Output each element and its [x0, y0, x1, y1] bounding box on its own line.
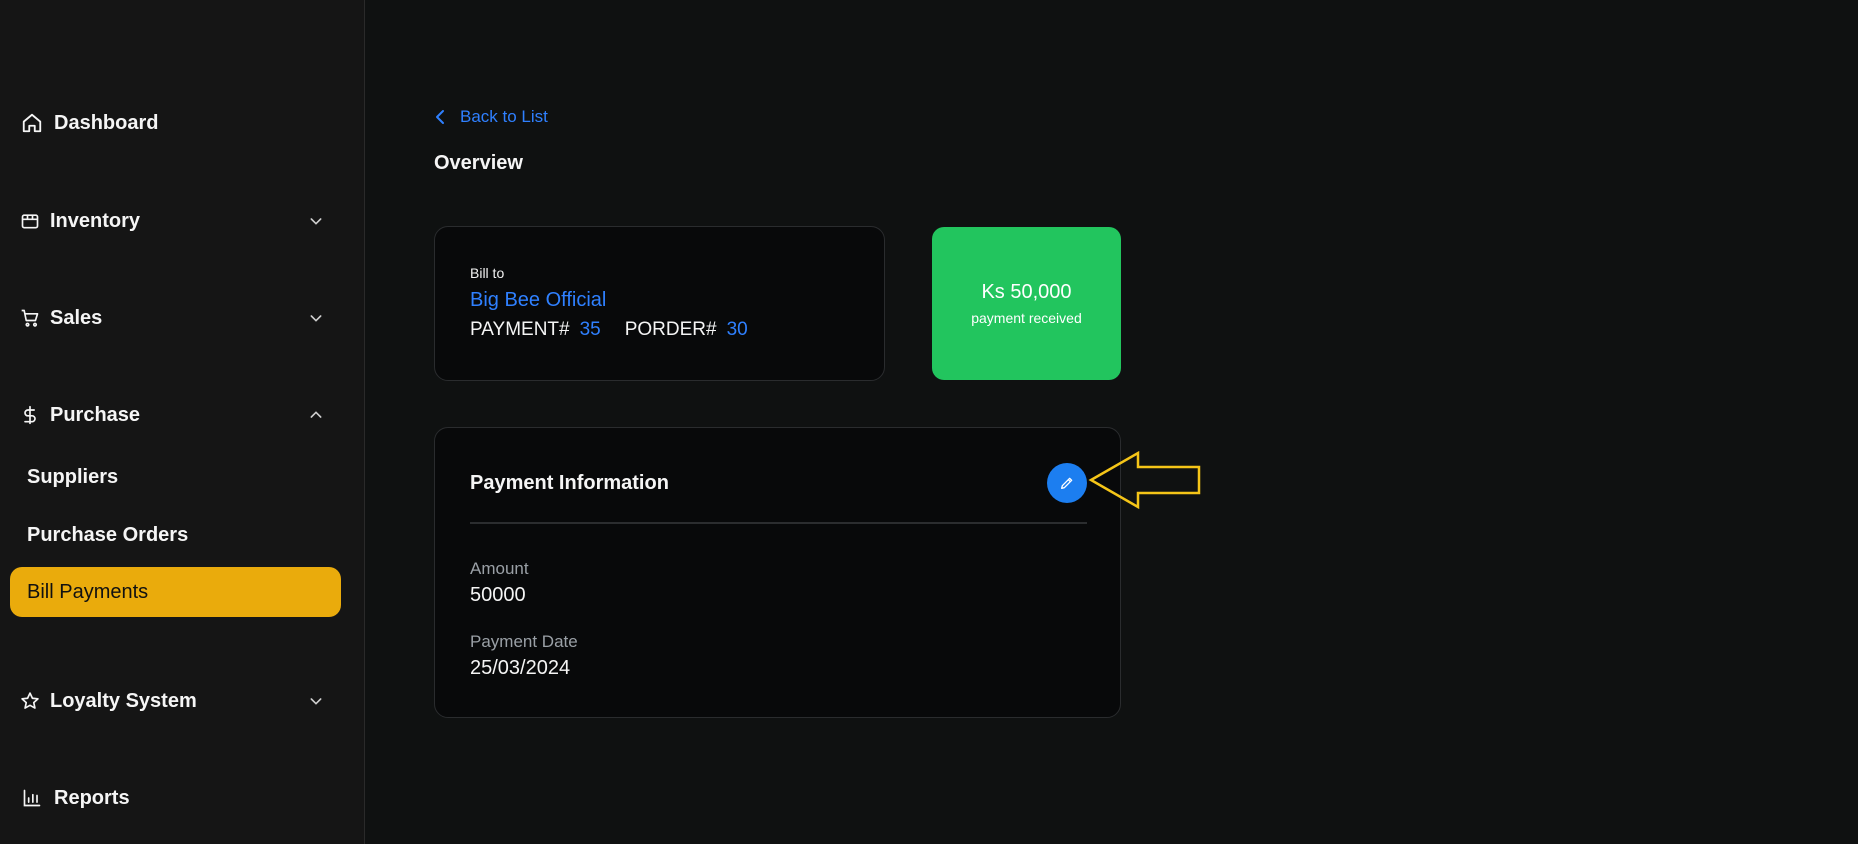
sidebar-subitem-purchase-orders[interactable]: Purchase Orders — [10, 510, 341, 560]
edit-button[interactable] — [1047, 463, 1087, 503]
sidebar-subitem-suppliers[interactable]: Suppliers — [10, 452, 341, 502]
chevron-left-icon — [434, 109, 446, 125]
pencil-icon — [1059, 475, 1075, 491]
received-label: payment received — [971, 310, 1082, 326]
chevron-up-icon[interactable] — [307, 406, 325, 424]
sidebar-subitem-label: Bill Payments — [27, 580, 149, 603]
sidebar-item-label: Sales — [50, 306, 103, 329]
payment-number-label: PAYMENT# — [470, 319, 570, 340]
sidebar: Dashboard Inventory Sales Purchase Suppl… — [0, 0, 365, 844]
porder-number[interactable]: 30 — [727, 319, 748, 341]
app: Dashboard Inventory Sales Purchase Suppl… — [0, 0, 1858, 844]
sidebar-subitem-bill-payments[interactable]: Bill Payments — [10, 567, 341, 617]
chevron-down-icon[interactable] — [307, 309, 325, 327]
page-title: Overview — [434, 152, 523, 174]
sidebar-item-reports[interactable]: Reports — [0, 778, 365, 818]
payment-information-card: Payment Information Amount 50000 Payment… — [434, 427, 1121, 718]
box-icon — [20, 209, 40, 233]
sidebar-item-purchase[interactable]: Purchase — [0, 395, 365, 435]
bar-chart-icon — [20, 786, 44, 810]
bill-to-name[interactable]: Big Bee Official — [470, 289, 606, 312]
dollar-icon — [20, 403, 40, 427]
back-to-list-link[interactable]: Back to List — [434, 104, 548, 130]
payment-number[interactable]: 35 — [580, 319, 601, 341]
back-link-label: Back to List — [460, 107, 548, 126]
amount-value: 50000 — [470, 584, 526, 606]
sidebar-item-label: Purchase — [50, 403, 141, 426]
payment-date-value: 25/03/2024 — [470, 657, 571, 679]
sidebar-subitem-label: Purchase Orders — [27, 523, 189, 546]
sidebar-item-label: Reports — [54, 786, 130, 809]
sidebar-item-dashboard[interactable]: Dashboard — [0, 103, 365, 143]
chevron-down-icon[interactable] — [307, 212, 325, 230]
annotation-arrow-icon — [1088, 450, 1202, 515]
home-icon — [20, 111, 44, 135]
sidebar-item-label: Loyalty System — [50, 689, 197, 712]
bill-meta: PAYMENT# 35 PORDER# 30 — [470, 319, 762, 341]
bill-to-card: Bill to Big Bee Official PAYMENT# 35 POR… — [434, 226, 885, 381]
sidebar-item-label: Inventory — [50, 209, 141, 232]
bill-to-label: Bill to — [470, 265, 505, 281]
payment-date-label: Payment Date — [470, 632, 578, 651]
chevron-down-icon[interactable] — [307, 692, 325, 710]
star-icon — [20, 689, 40, 713]
sidebar-item-inventory[interactable]: Inventory — [0, 201, 365, 241]
card-divider — [470, 522, 1087, 524]
payment-information-title: Payment Information — [470, 472, 669, 494]
cart-icon — [20, 306, 40, 330]
sidebar-item-loyalty-system[interactable]: Loyalty System — [0, 681, 365, 721]
porder-number-label: PORDER# — [624, 319, 717, 340]
sidebar-item-sales[interactable]: Sales — [0, 298, 365, 338]
amount-label: Amount — [470, 559, 529, 578]
sidebar-item-label: Dashboard — [54, 111, 159, 134]
sidebar-subitem-label: Suppliers — [27, 465, 119, 488]
payment-received-card: Ks 50,000 payment received — [932, 227, 1121, 380]
received-amount: Ks 50,000 — [981, 281, 1072, 303]
